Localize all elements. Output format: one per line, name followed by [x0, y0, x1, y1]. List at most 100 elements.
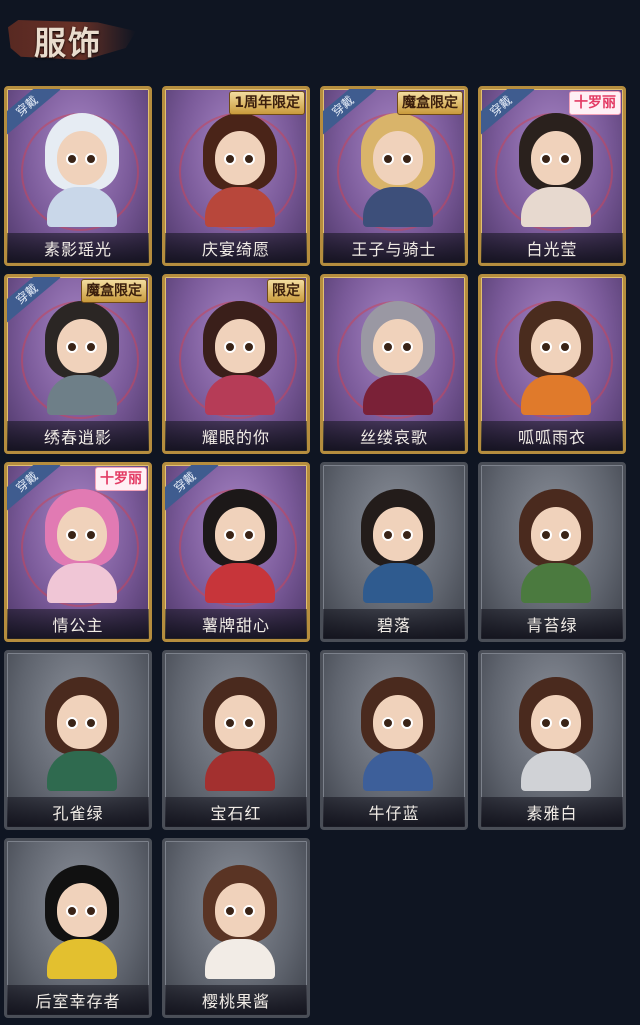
costume-card[interactable]: 青苔绿 — [478, 462, 626, 642]
portrait-outfit — [47, 563, 117, 603]
limited-tag: 魔盒限定 — [81, 279, 147, 303]
costume-grid: 穿戴 素影瑶光 1周年限定 庆宴绮愿 穿戴 魔盒限定 王子与骑士 穿戴 十罗丽 白光莹 穿戴 魔盒限定… — [4, 86, 630, 1020]
name-bar: 情公主 — [7, 609, 149, 639]
costume-card[interactable]: 穿戴 薯牌甜心 — [162, 462, 310, 642]
costume-name: 情公主 — [52, 616, 104, 635]
costume-card[interactable]: 穿戴 素影瑶光 — [4, 86, 152, 266]
portrait-eye — [243, 153, 255, 165]
portrait-face — [57, 883, 107, 937]
portrait-outfit — [363, 751, 433, 791]
costume-name: 青苔绿 — [526, 616, 578, 635]
portrait-outfit — [521, 751, 591, 791]
costume-portrait — [513, 301, 599, 415]
portrait-face — [531, 507, 581, 561]
portrait-eye — [85, 153, 97, 165]
portrait-eye — [85, 529, 97, 541]
costume-card[interactable]: 孔雀绿 — [4, 650, 152, 830]
portrait-eye — [85, 717, 97, 729]
portrait-face — [373, 695, 423, 749]
costume-portrait — [197, 677, 283, 791]
name-bar: 青苔绿 — [481, 609, 623, 639]
portrait-face — [215, 695, 265, 749]
portrait-eye — [540, 529, 552, 541]
portrait-outfit — [363, 563, 433, 603]
costume-card[interactable]: 碧落 — [320, 462, 468, 642]
costume-portrait — [197, 113, 283, 227]
costume-name: 丝缕哀歌 — [359, 428, 428, 447]
portrait-outfit — [205, 187, 275, 227]
section-header: 服饰 — [8, 14, 136, 64]
portrait-outfit — [521, 563, 591, 603]
costume-card[interactable]: 穿戴 十罗丽 白光莹 — [478, 86, 626, 266]
portrait-eye — [224, 529, 236, 541]
portrait-eye — [382, 341, 394, 353]
costume-portrait — [513, 113, 599, 227]
name-bar: 碧落 — [323, 609, 465, 639]
limited-tag: 魔盒限定 — [397, 91, 463, 115]
portrait-outfit — [205, 563, 275, 603]
portrait-face — [531, 131, 581, 185]
costume-name: 绣春逍影 — [43, 428, 112, 447]
name-bar: 素影瑶光 — [7, 233, 149, 263]
costume-card[interactable]: 丝缕哀歌 — [320, 274, 468, 454]
costume-portrait — [39, 113, 125, 227]
portrait-face — [373, 131, 423, 185]
costume-portrait — [355, 489, 441, 603]
costume-portrait — [197, 489, 283, 603]
costume-card[interactable]: 宝石红 — [162, 650, 310, 830]
costume-name: 庆宴绮愿 — [201, 240, 270, 259]
portrait-outfit — [205, 939, 275, 979]
portrait-face — [215, 319, 265, 373]
portrait-face — [373, 319, 423, 373]
costume-card[interactable]: 1周年限定 庆宴绮愿 — [162, 86, 310, 266]
costume-card[interactable]: 穿戴 魔盒限定 绣春逍影 — [4, 274, 152, 454]
portrait-eye — [224, 341, 236, 353]
name-bar: 薯牌甜心 — [165, 609, 307, 639]
portrait-face — [215, 131, 265, 185]
costume-card[interactable]: 后室幸存者 — [4, 838, 152, 1018]
portrait-outfit — [521, 375, 591, 415]
name-bar: 白光莹 — [481, 233, 623, 263]
name-bar: 素雅白 — [481, 797, 623, 827]
costume-portrait — [513, 489, 599, 603]
costume-name: 王子与骑士 — [351, 240, 437, 259]
portrait-eye — [382, 153, 394, 165]
portrait-face — [531, 319, 581, 373]
costume-name: 素影瑶光 — [43, 240, 112, 259]
costume-card[interactable]: 穿戴 魔盒限定 王子与骑士 — [320, 86, 468, 266]
costume-portrait — [39, 489, 125, 603]
costume-portrait — [355, 113, 441, 227]
name-bar: 庆宴绮愿 — [165, 233, 307, 263]
portrait-eye — [224, 717, 236, 729]
portrait-eye — [401, 341, 413, 353]
costume-card[interactable]: 穿戴 十罗丽 情公主 — [4, 462, 152, 642]
portrait-outfit — [521, 187, 591, 227]
name-bar: 呱呱雨衣 — [481, 421, 623, 451]
portrait-eye — [401, 153, 413, 165]
portrait-face — [57, 507, 107, 561]
portrait-face — [57, 131, 107, 185]
name-bar: 孔雀绿 — [7, 797, 149, 827]
costume-card[interactable]: 限定 耀眼的你 — [162, 274, 310, 454]
limited-tag: 十罗丽 — [95, 467, 147, 491]
portrait-outfit — [363, 375, 433, 415]
portrait-eye — [224, 905, 236, 917]
costume-name: 耀眼的你 — [201, 428, 270, 447]
portrait-face — [215, 883, 265, 937]
costume-card[interactable]: 素雅白 — [478, 650, 626, 830]
costume-name: 白光莹 — [526, 240, 578, 259]
name-bar: 宝石红 — [165, 797, 307, 827]
portrait-outfit — [47, 939, 117, 979]
portrait-face — [215, 507, 265, 561]
costume-card[interactable]: 呱呱雨衣 — [478, 274, 626, 454]
costume-name: 牛仔蓝 — [368, 804, 420, 823]
portrait-eye — [66, 717, 78, 729]
costume-card[interactable]: 牛仔蓝 — [320, 650, 468, 830]
costume-name: 呱呱雨衣 — [517, 428, 586, 447]
name-bar: 丝缕哀歌 — [323, 421, 465, 451]
costume-name: 樱桃果酱 — [201, 992, 270, 1011]
portrait-eye — [382, 717, 394, 729]
name-bar: 后室幸存者 — [7, 985, 149, 1015]
portrait-eye — [401, 529, 413, 541]
costume-card[interactable]: 樱桃果酱 — [162, 838, 310, 1018]
